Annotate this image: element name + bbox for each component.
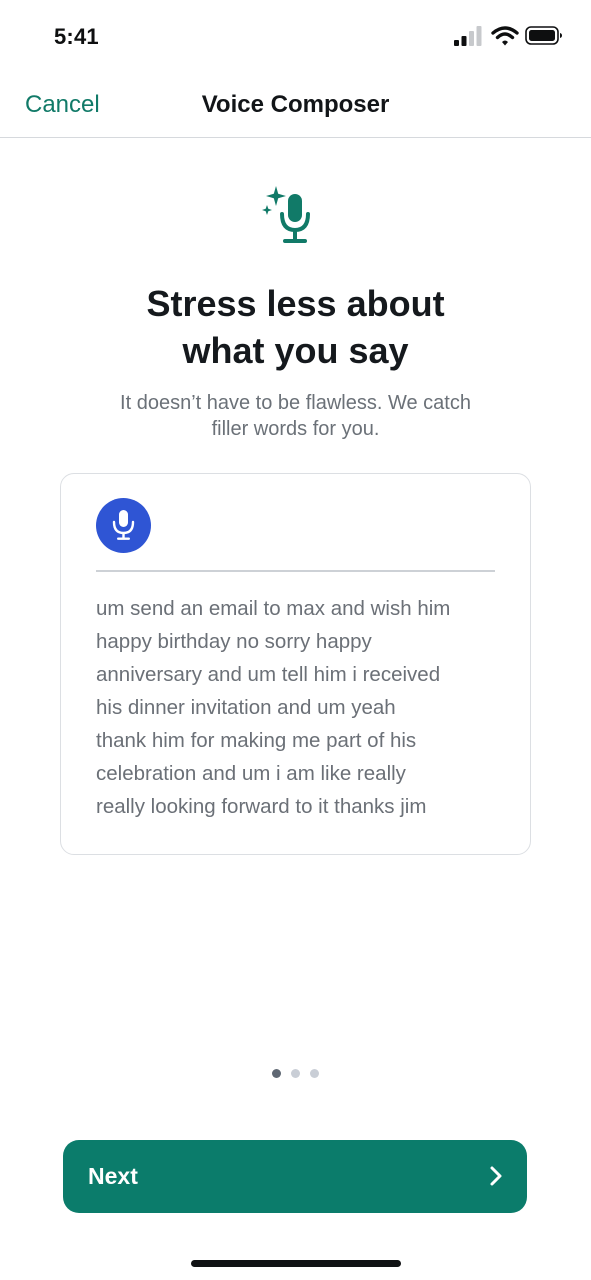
status-bar: 5:41	[0, 0, 591, 76]
transcript-line: his dinner invitation and um yeah	[96, 696, 396, 719]
transcript-line: um send an email to max and wish him	[96, 597, 451, 620]
page-dot-3[interactable]	[310, 1069, 319, 1078]
subheading: It doesn’t have to be flawless. We catch…	[70, 390, 521, 442]
subheading-line-2: filler words for you.	[211, 418, 380, 440]
microphone-icon	[112, 510, 135, 540]
page-dot-2[interactable]	[291, 1069, 300, 1078]
battery-icon	[525, 26, 562, 45]
chevron-right-icon	[490, 1166, 502, 1186]
status-time: 5:41	[54, 24, 99, 49]
transcript-line: thank him for making me part of his	[96, 729, 417, 752]
transcript-line: anniversary and um tell him i received	[96, 663, 441, 686]
page-dot-1[interactable]	[272, 1069, 281, 1078]
headline-line-1: Stress less about	[146, 283, 445, 324]
next-button-label: Next	[88, 1163, 138, 1189]
page-indicator[interactable]	[272, 1069, 322, 1079]
card-divider	[96, 570, 495, 572]
cellular-signal-icon	[454, 26, 482, 46]
record-button[interactable]	[96, 498, 151, 553]
transcript-card: um send an email to max and wish him hap…	[60, 473, 531, 855]
transcript-text: um send an email to max and wish him hap…	[96, 592, 501, 823]
transcript-line: happy birthday no sorry happy	[96, 630, 372, 653]
nav-bar: Cancel Voice Composer	[0, 76, 591, 138]
next-button[interactable]: Next	[63, 1140, 527, 1213]
headline: Stress less about what you say	[40, 280, 551, 374]
voice-composer-screen: 5:41 Cancel Voice Composer Stress less a…	[0, 0, 591, 1280]
sparkle-microphone-icon	[262, 186, 310, 243]
wifi-icon	[491, 26, 519, 46]
headline-line-2: what you say	[182, 330, 409, 371]
subheading-line-1: It doesn’t have to be flawless. We catch	[120, 392, 471, 414]
status-icons	[453, 25, 563, 49]
page-title: Voice Composer	[201, 91, 390, 118]
home-indicator[interactable]	[191, 1260, 401, 1267]
transcript-line: celebration and um i am like really	[96, 762, 406, 785]
transcript-line: really looking forward to it thanks jim	[96, 795, 427, 818]
